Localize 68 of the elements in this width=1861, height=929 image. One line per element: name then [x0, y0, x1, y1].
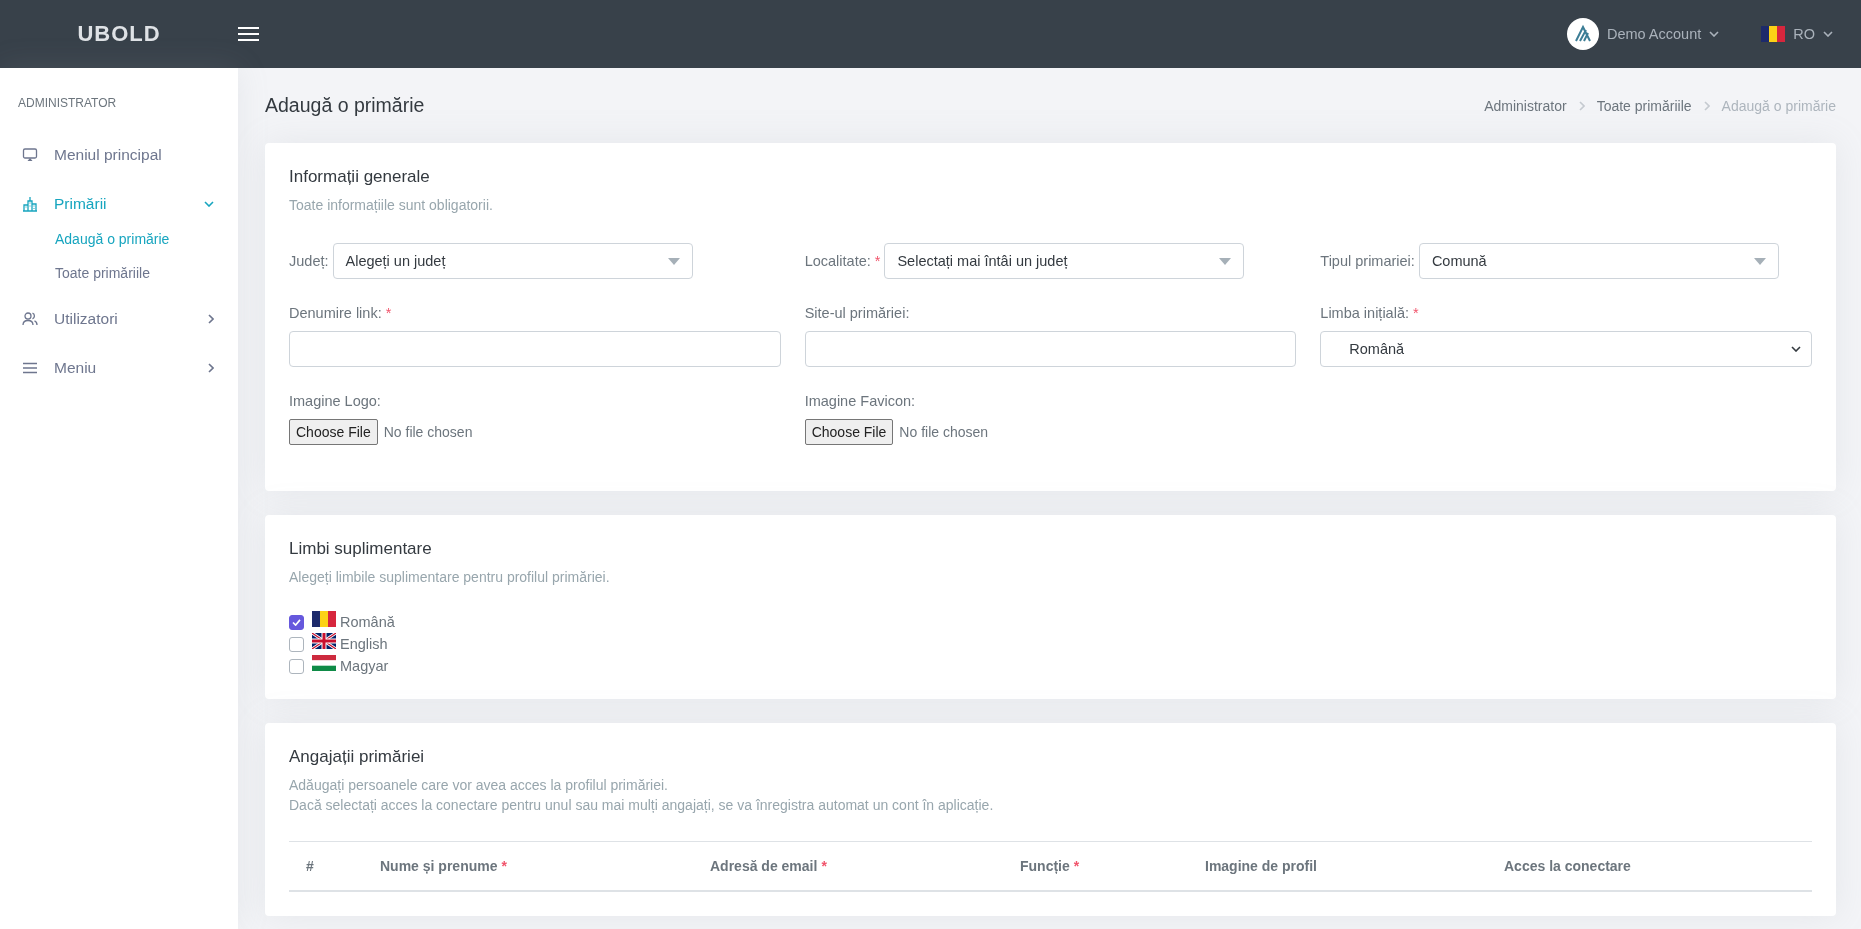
flag-icon	[1761, 26, 1786, 42]
caret-down-icon	[1219, 257, 1232, 265]
language-label: English	[340, 636, 388, 652]
checkbox[interactable]	[289, 658, 304, 674]
building-icon	[22, 195, 38, 212]
card-title: Limbi suplimentare	[289, 539, 432, 559]
checkbox[interactable]	[289, 636, 304, 652]
column-header: Acces la conectare	[1504, 858, 1631, 874]
choose-file-button[interactable]: Choose File	[289, 419, 378, 445]
field-label: Limba inițială: *	[1320, 305, 1419, 321]
select-field[interactable]: Alegeți un județ	[332, 243, 693, 279]
field-label: Imagine Favicon:	[804, 393, 916, 409]
field-label: Tipul primariei:	[1320, 253, 1415, 269]
file-status: No file chosen	[899, 424, 989, 440]
monitor-icon	[22, 146, 38, 163]
page-title: Adaugă o primărie	[265, 94, 426, 117]
flag-icon	[312, 611, 336, 627]
card-subtitle: Dacă selectați acces la conectare pentru unul sau mai mulți angajați, se va înregistra automat un cont în aplicație.	[289, 796, 994, 815]
field-label: Județ:	[289, 253, 329, 269]
chevron-down-icon	[1791, 346, 1801, 352]
checkbox[interactable]	[289, 614, 304, 630]
flag-icon	[312, 633, 336, 649]
field-label: Denumire link: *	[289, 305, 392, 321]
chevron-down-icon	[1823, 31, 1833, 37]
account-name[interactable]: Demo Account	[1606, 26, 1702, 42]
column-header: Nume și prenume *	[380, 858, 507, 874]
caret-down-icon	[667, 257, 680, 265]
sidebar-item[interactable]: Primării	[54, 194, 107, 213]
column-header: #	[306, 858, 314, 874]
sidebar-item[interactable]: Meniul principal	[54, 145, 162, 164]
sidebar-subitem[interactable]: Adaugă o primărie	[55, 231, 170, 247]
breadcrumb-link[interactable]: Toate primăriile	[1596, 97, 1692, 114]
caret-down-icon	[1753, 257, 1766, 265]
sidebar-subitem[interactable]: Toate primăriile	[55, 265, 150, 281]
flag-icon	[312, 655, 336, 671]
select-field[interactable]: Selectați mai întâi un județ	[884, 243, 1245, 279]
column-header: Adresă de email *	[710, 858, 827, 874]
language-label: Română	[340, 614, 395, 630]
menu-icon[interactable]	[238, 27, 259, 41]
card-subtitle: Toate informațiile sunt obligatorii.	[289, 196, 493, 215]
language-label: Magyar	[340, 658, 389, 674]
select-field[interactable]: Română	[1320, 331, 1812, 367]
card-subtitle: Adăugați persoanele care vor avea acces la profilul primăriei.	[289, 776, 668, 795]
chevron-right-icon	[1703, 100, 1710, 111]
logo: UBOLD	[77, 21, 161, 47]
select-field[interactable]: Comună	[1418, 243, 1779, 279]
sidebar-item[interactable]: Meniu	[54, 358, 97, 377]
field-label: Localitate: *	[804, 253, 881, 269]
input-field[interactable]	[289, 331, 781, 367]
breadcrumb-link[interactable]: Administrator	[1484, 97, 1567, 114]
file-status: No file chosen	[383, 424, 473, 440]
chevron-right-icon	[1578, 100, 1585, 111]
chevron-down-icon	[1709, 31, 1720, 37]
field-label: Site-ul primăriei:	[804, 305, 910, 321]
field-label: Imagine Logo:	[289, 393, 381, 409]
sidebar-item[interactable]: Utilizatori	[54, 309, 118, 328]
column-header: Funcție *	[1020, 858, 1080, 874]
input-field[interactable]	[804, 331, 1297, 367]
column-header: Imagine de profil	[1205, 858, 1317, 874]
avatar-icon[interactable]	[1566, 18, 1599, 50]
card-subtitle: Alegeți limbile suplimentare pentru profilul primăriei.	[289, 568, 610, 587]
sidebar-section-title: ADMINISTRATOR	[17, 96, 117, 110]
card-title: Angajații primăriei	[289, 747, 425, 767]
users-icon	[22, 310, 38, 327]
choose-file-button[interactable]: Choose File	[804, 419, 894, 445]
language-selector[interactable]: RO	[1793, 26, 1815, 42]
card-title: Informații generale	[289, 167, 430, 187]
check-icon	[292, 618, 301, 626]
